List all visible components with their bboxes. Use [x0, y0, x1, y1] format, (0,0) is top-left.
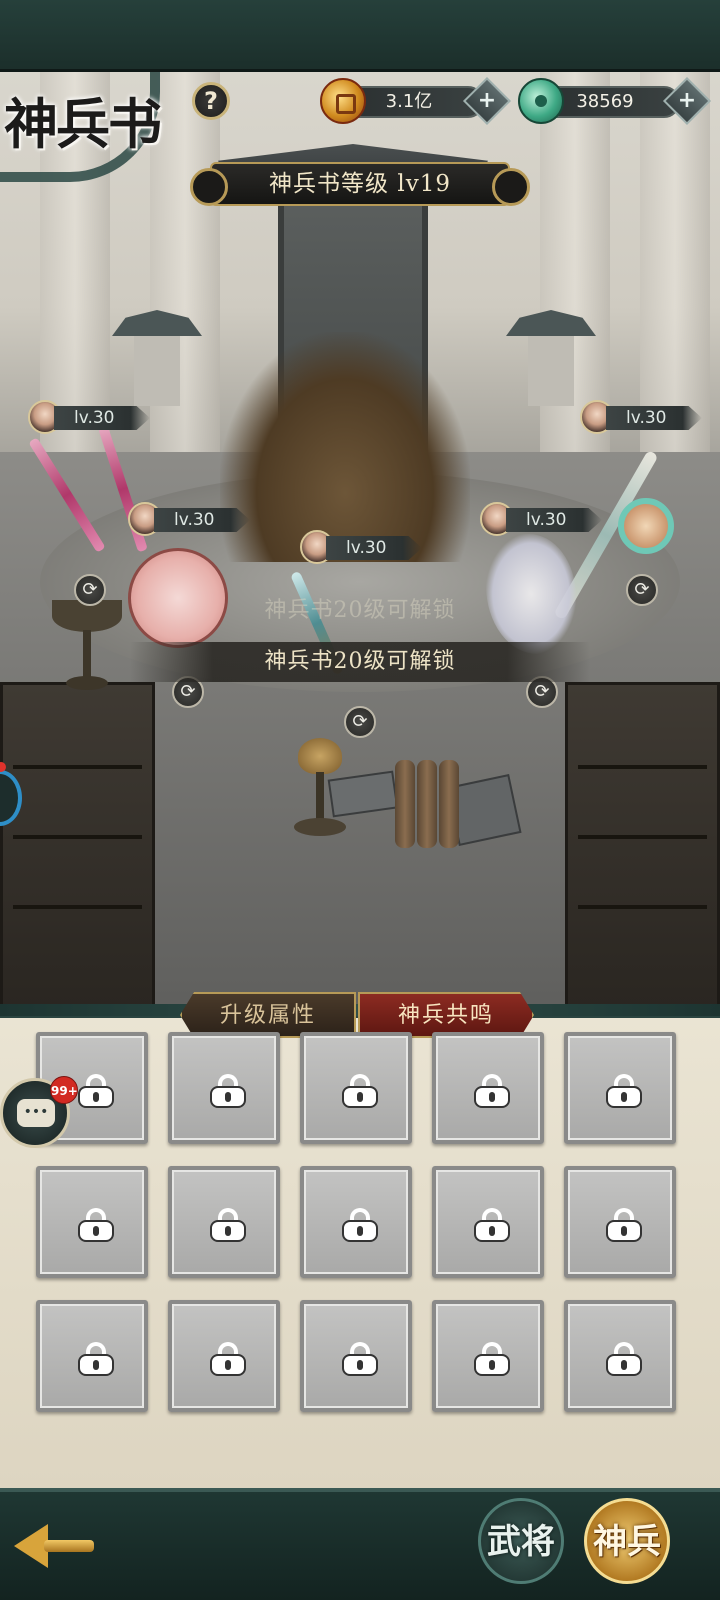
- hero-level: lv.30: [154, 508, 250, 532]
- locked-resonance-slot[interactable]: [300, 1032, 412, 1144]
- locked-resonance-slot[interactable]: [168, 1300, 280, 1412]
- hero-level: lv.30: [54, 406, 150, 430]
- locked-resonance-slot[interactable]: [432, 1166, 544, 1278]
- pagoda-right: [506, 290, 596, 410]
- lock-icon: [472, 1342, 512, 1376]
- chat-unread-badge: 99+: [50, 1076, 78, 1104]
- cabinet-right: [565, 682, 720, 1012]
- locked-resonance-slot[interactable]: [36, 1166, 148, 1278]
- jade-icon: [518, 78, 564, 124]
- back-button[interactable]: [6, 1512, 98, 1576]
- lock-icon: [76, 1208, 116, 1242]
- lock-icon: [472, 1208, 512, 1242]
- ring-weapon-icon[interactable]: [618, 498, 674, 554]
- plus-icon: +: [477, 88, 497, 113]
- old-tree: [220, 332, 470, 562]
- back-arrow-icon: [14, 1524, 48, 1568]
- nav-divine-weapons-button[interactable]: 神兵: [584, 1498, 670, 1584]
- lock-icon: [208, 1074, 248, 1108]
- hero-level: lv.30: [606, 406, 702, 430]
- cabinet-left: [0, 682, 155, 1012]
- plus-icon: +: [677, 88, 697, 113]
- bronze-goblet: [52, 600, 122, 695]
- lock-icon: [76, 1342, 116, 1376]
- locked-resonance-slot[interactable]: [168, 1032, 280, 1144]
- scene-pillar: [150, 72, 220, 492]
- lock-icon: [604, 1074, 644, 1108]
- shenbing-book-screen: 神兵书 ? 3.1亿 + 38569 + 神兵书等级 lv19 lv.30 lv…: [0, 0, 720, 1600]
- locked-resonance-slot[interactable]: [300, 1166, 412, 1278]
- locked-resonance-slot[interactable]: [36, 1300, 148, 1412]
- lock-icon: [340, 1074, 380, 1108]
- unlock-hint-faded: 神兵书20级可解锁: [264, 598, 456, 623]
- lock-icon: [472, 1074, 512, 1108]
- swap-icon[interactable]: ⟳: [626, 574, 658, 606]
- lock-icon: [340, 1342, 380, 1376]
- hero-level: lv.30: [506, 508, 602, 532]
- locked-resonance-slot[interactable]: [564, 1300, 676, 1412]
- locked-resonance-slot[interactable]: [300, 1300, 412, 1412]
- lock-icon: [208, 1208, 248, 1242]
- locked-resonance-slot[interactable]: [168, 1166, 280, 1278]
- hero-level: lv.30: [326, 536, 422, 560]
- lock-icon: [340, 1208, 380, 1242]
- swap-icon[interactable]: ⟳: [344, 706, 376, 738]
- chat-bubble-icon: [17, 1099, 55, 1127]
- scroll-bundle: [395, 760, 465, 850]
- pagoda-left: [112, 290, 202, 410]
- locked-resonance-slot[interactable]: [432, 1300, 544, 1412]
- locked-resonance-slot[interactable]: [432, 1032, 544, 1144]
- gold-coin-icon: [320, 78, 366, 124]
- lock-icon: [208, 1342, 248, 1376]
- status-bar-area: [0, 0, 720, 72]
- nav-generals-button[interactable]: 武将: [478, 1498, 564, 1584]
- swap-icon[interactable]: ⟳: [74, 574, 106, 606]
- lock-icon: [76, 1074, 116, 1108]
- book-level-banner: 神兵书等级 lv19: [190, 162, 530, 206]
- locked-resonance-slot[interactable]: [564, 1166, 676, 1278]
- lock-icon: [604, 1342, 644, 1376]
- locked-resonance-slot[interactable]: [564, 1032, 676, 1144]
- page-title: 神兵书: [4, 92, 162, 156]
- help-button[interactable]: ?: [192, 82, 230, 120]
- unlock-hint-banner: 神兵书20级可解锁: [130, 642, 590, 682]
- back-arrow-shaft: [44, 1540, 94, 1552]
- lock-icon: [604, 1208, 644, 1242]
